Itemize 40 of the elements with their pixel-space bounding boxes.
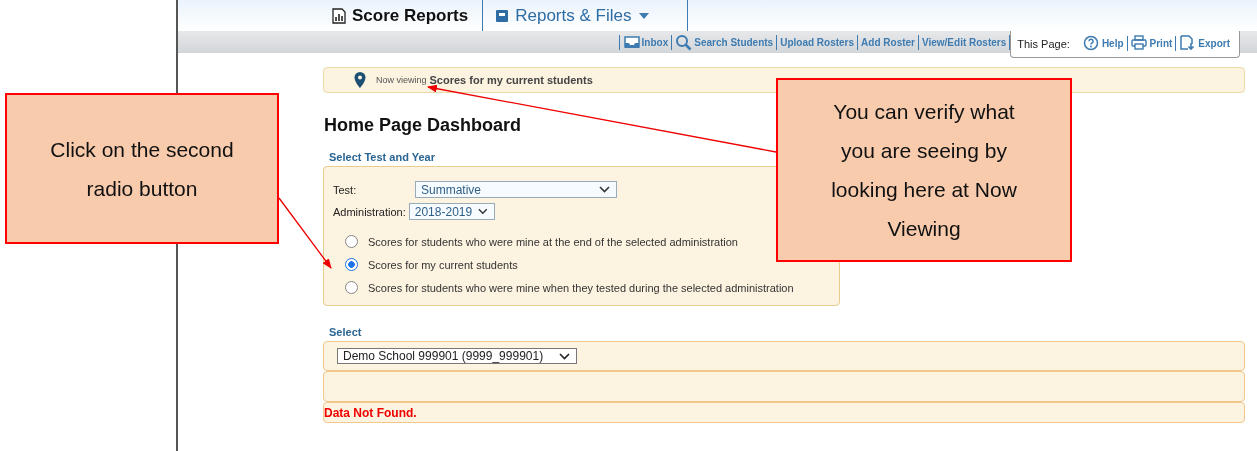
field-label: Test: — [333, 183, 358, 196]
radio-label[interactable]: Scores for students who were mine when they tested during the selected administration — [368, 281, 794, 294]
arrow — [278, 197, 332, 269]
radio-button[interactable] — [345, 281, 358, 294]
now-viewing-label: Now viewing — [376, 75, 427, 85]
export-icon — [1179, 35, 1197, 52]
toolbar-link[interactable]: Add Roster — [858, 36, 918, 48]
page-action-link[interactable]: Print — [1127, 35, 1176, 52]
location-pin-icon — [354, 72, 366, 88]
radio-button[interactable] — [345, 258, 358, 271]
report-icon — [332, 7, 346, 24]
radio-label[interactable]: Scores for my current students — [368, 258, 518, 271]
chevron-icon — [599, 186, 610, 193]
page-heading: Home Page Dashboard — [324, 115, 522, 136]
school-dropdown[interactable]: Demo School 999901 (9999_999901) — [337, 348, 577, 364]
chevron-icon — [478, 208, 488, 215]
box-icon — [495, 7, 510, 24]
help-icon — [1082, 35, 1100, 52]
error-message: Data Not Found. — [324, 405, 417, 420]
search-icon — [675, 33, 693, 51]
now-viewing-value: Scores for my current students — [429, 74, 593, 86]
radio-button[interactable] — [345, 235, 358, 248]
callout-text: Click on the second radio button — [49, 136, 235, 202]
toolbar-link[interactable]: Search Students — [672, 33, 777, 51]
toolbar-link[interactable]: Upload Rosters — [777, 36, 858, 48]
administration-dropdown[interactable]: 2018-2019 — [408, 203, 495, 220]
this-page-label: This Page: — [1017, 37, 1070, 50]
page-action-link[interactable]: Export — [1176, 35, 1233, 52]
callout-text: You can verify what you are seeing by looking here at Now Viewing — [830, 99, 1018, 242]
radio-label[interactable]: Scores for students who were mine at the end of the selected administration — [368, 235, 738, 248]
chevron-icon — [559, 352, 570, 360]
section-title: Select — [329, 326, 362, 338]
section-title: Select Test and Year — [329, 151, 435, 163]
test-dropdown[interactable]: Summative — [415, 181, 617, 198]
field-label: Administration: — [333, 205, 406, 218]
toolbar-link[interactable]: View/Edit Rosters — [919, 36, 1010, 48]
inbox-icon — [622, 33, 640, 51]
page-action-link[interactable]: Help — [1079, 35, 1127, 52]
printer-icon — [1130, 35, 1148, 52]
toolbar-link[interactable]: Inbox — [619, 33, 672, 51]
